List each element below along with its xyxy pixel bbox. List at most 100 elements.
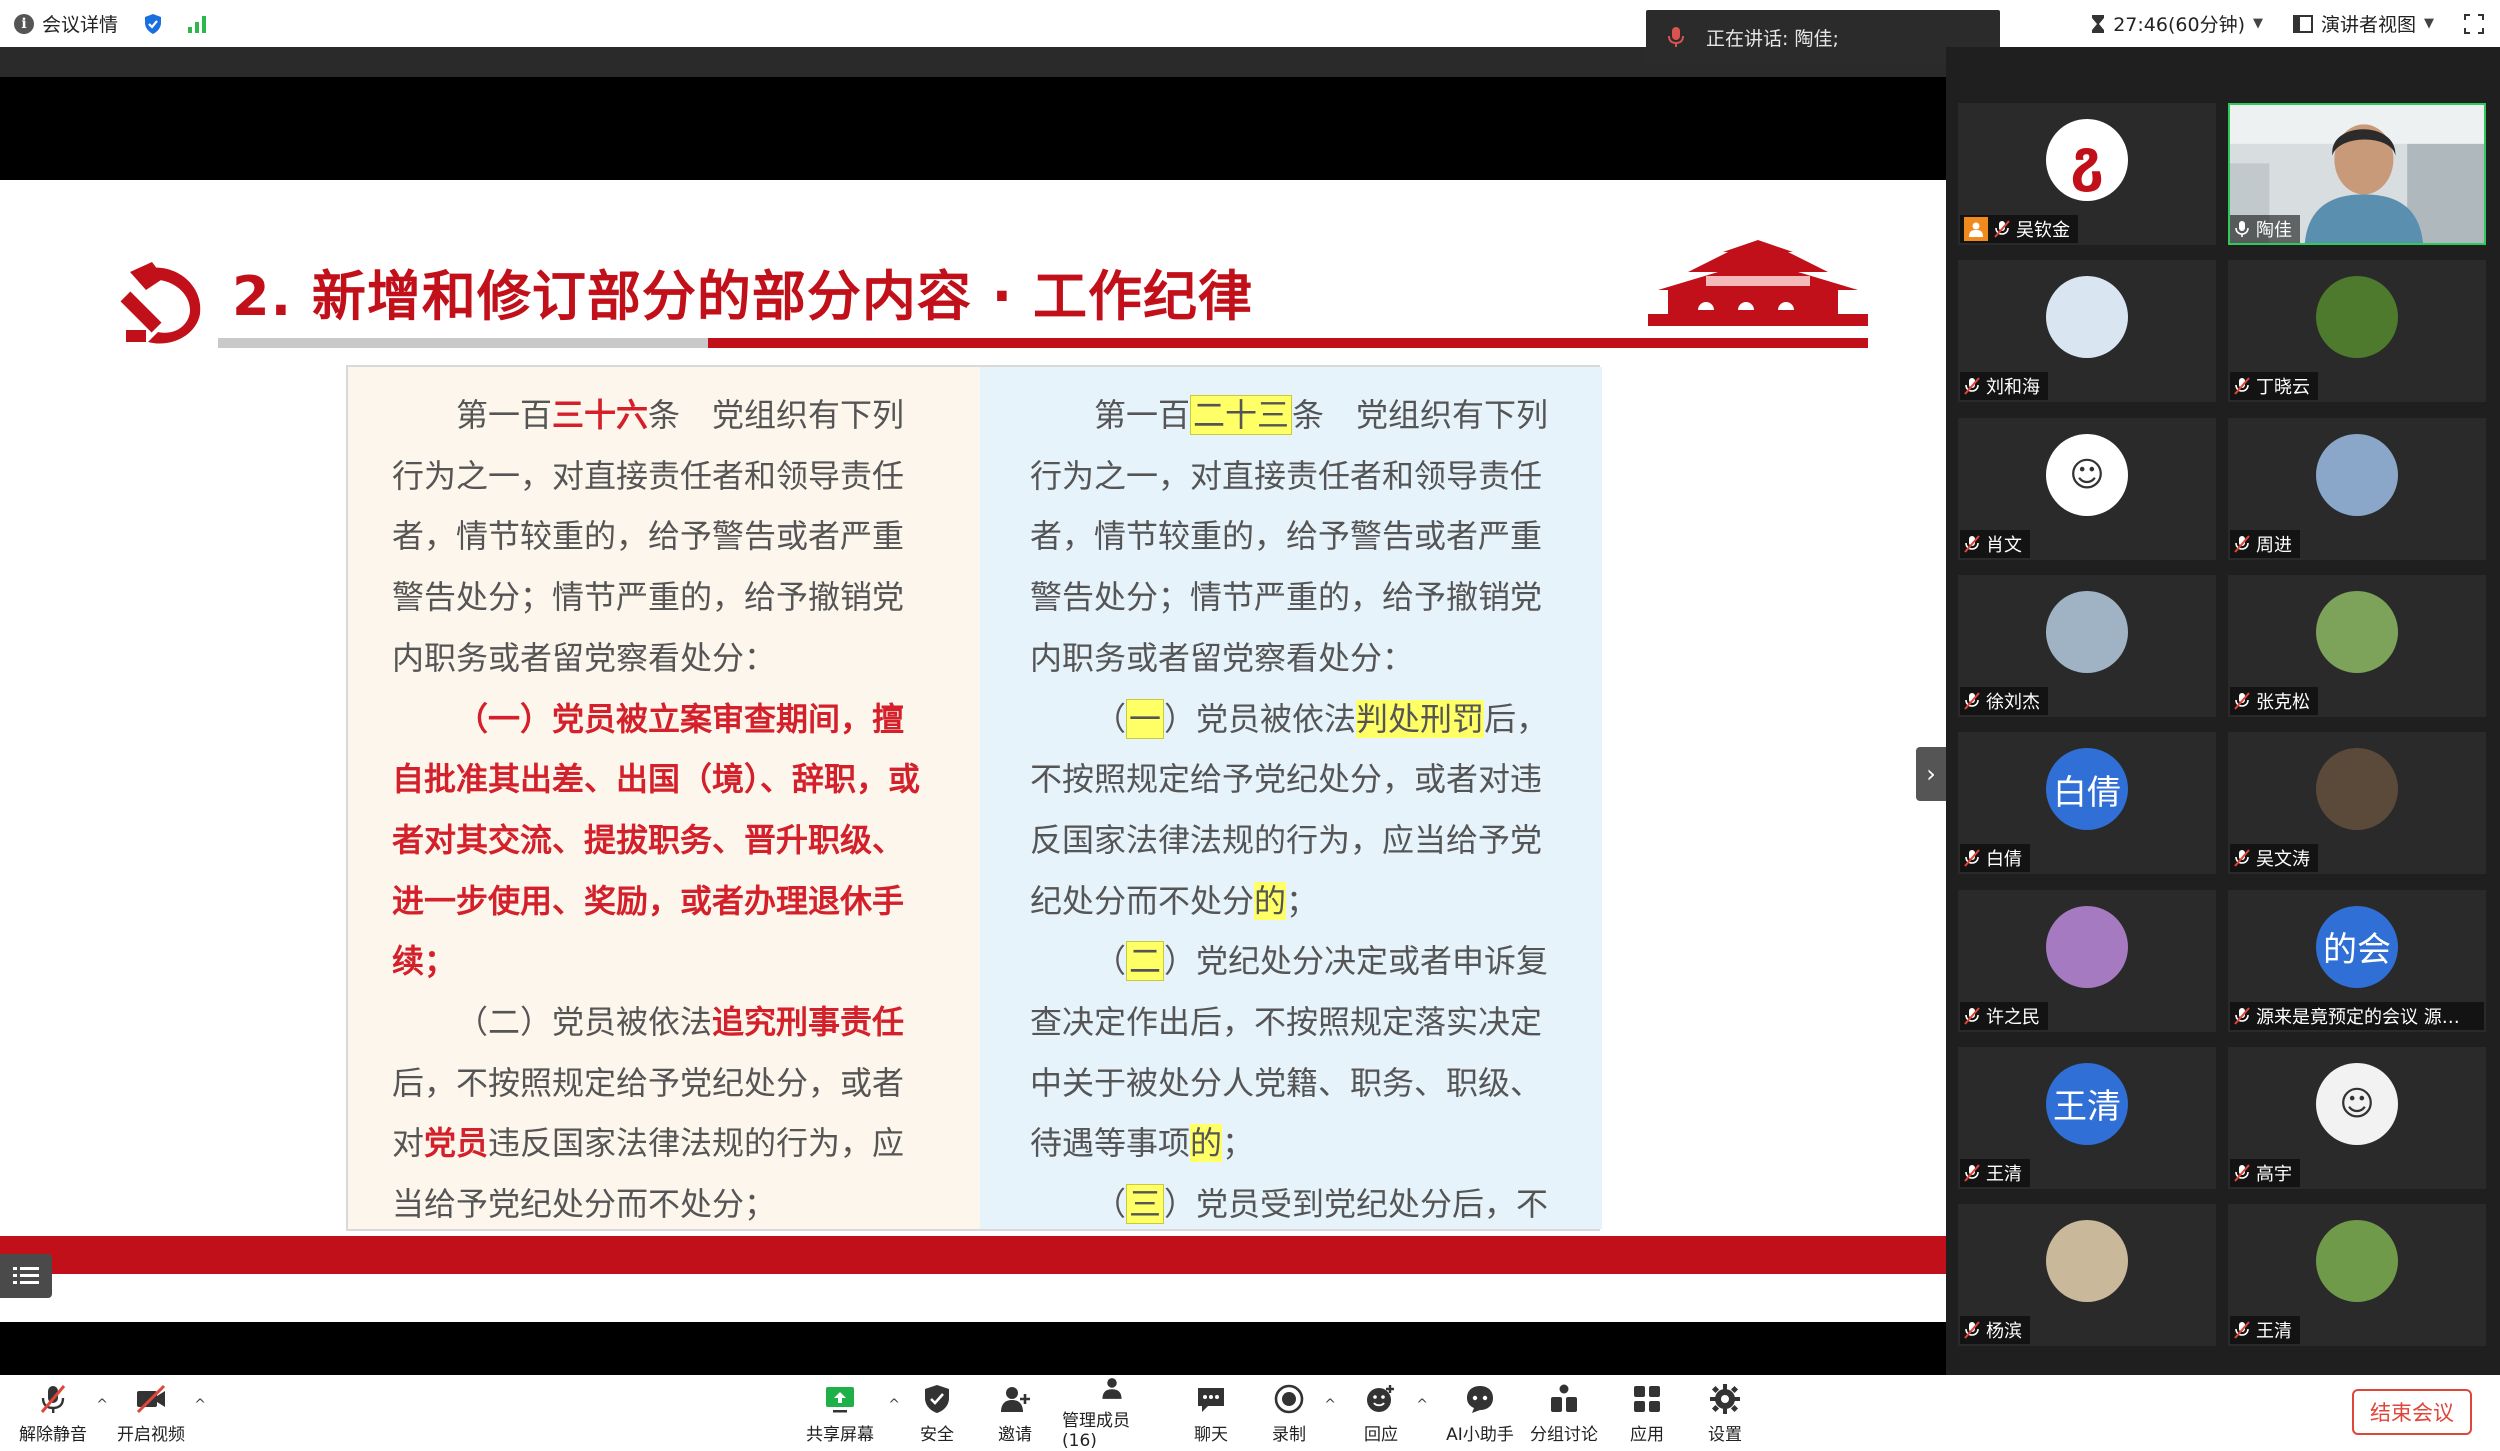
participant-name-bar: 张克松	[2230, 686, 2318, 715]
microphone-muted-icon	[1964, 692, 1980, 710]
chevron-up-icon[interactable]: ^	[1324, 1397, 1336, 1413]
microphone-muted-icon	[1964, 534, 1980, 553]
new-paragraph-1: 第一百二十三条 党组织有下列行为之一，对直接责任者和领导责任者，情节较重的，给予…	[1030, 395, 1549, 677]
invite-button[interactable]: 邀请	[988, 1375, 1042, 1451]
microphone-muted-icon	[2234, 849, 2250, 867]
participant-name-bar: 源来是竟预定的会议 源来...	[2230, 1001, 2484, 1030]
participant-name: 王清	[2256, 1321, 2292, 1343]
old-paragraph-2: （一）党员被立案审查期间，擅自批准其出差、出国（境）、辞职，或者对其交流、提拔职…	[392, 699, 921, 981]
collapse-gallery-button[interactable]: ›	[1916, 747, 1946, 801]
avatar	[2316, 748, 2398, 831]
microphone-muted-icon	[1964, 1006, 1980, 1025]
ai-assistant-button[interactable]: AI小助手	[1440, 1375, 1520, 1451]
slide-title: 2. 新增和修订部分的部分内容 · 工作纪律	[232, 265, 1253, 328]
apps-grid-icon	[1634, 1385, 1660, 1412]
end-meeting-button[interactable]: 结束会议	[2352, 1389, 2472, 1435]
microphone-muted-icon	[1964, 849, 1980, 867]
share-screen-icon	[826, 1386, 854, 1412]
chevron-up-icon[interactable]: ^	[1416, 1397, 1428, 1413]
security-button[interactable]: 安全	[910, 1375, 964, 1451]
participant-name: 张克松	[2256, 691, 2310, 713]
avatar: ჷ	[2046, 119, 2128, 201]
participant-tile[interactable]: 白倩 白倩	[1958, 732, 2216, 875]
participant-tile[interactable]: 吴文涛	[2228, 732, 2486, 875]
settings-button[interactable]: 设置	[1698, 1375, 1752, 1451]
top-bar: i 会议详情 27:46(60分钟) ▼ 演讲者视图 ▼	[0, 0, 2500, 47]
avatar	[2046, 276, 2128, 359]
fullscreen-icon[interactable]	[2464, 13, 2484, 34]
microphone-muted-icon	[2234, 1321, 2250, 1339]
record-icon	[1274, 1384, 1304, 1413]
participant-name-bar: 许之民	[1960, 1001, 2048, 1030]
avatar: 的会	[2316, 905, 2398, 988]
participant-tile[interactable]: 张克松	[2228, 574, 2486, 717]
participant-tile[interactable]: 周进	[2228, 417, 2486, 560]
participant-name: 吴文涛	[2256, 849, 2310, 871]
unmute-button[interactable]: 解除静音 ^	[18, 1375, 108, 1451]
chevron-down-icon: ▼	[2424, 16, 2434, 31]
avatar	[2316, 590, 2398, 673]
apps-button[interactable]: 应用	[1620, 1375, 1674, 1451]
participant-tile[interactable]: 丁晓云	[2228, 260, 2486, 403]
chevron-up-icon[interactable]: ^	[194, 1397, 206, 1413]
ai-assistant-icon	[1467, 1385, 1493, 1413]
shield-check-icon	[925, 1384, 949, 1413]
reactions-button[interactable]: 回应 ^	[1354, 1375, 1428, 1451]
breakout-rooms-button[interactable]: 分组讨论	[1526, 1375, 1602, 1451]
participant-tile[interactable]: ☺ 高宇	[2228, 1046, 2486, 1189]
avatar: 王清	[2046, 1062, 2128, 1145]
participant-tile[interactable]: 王清	[2228, 1204, 2486, 1347]
title-underline-grey	[218, 338, 708, 348]
participant-tile[interactable]: 杨滨	[1958, 1204, 2216, 1347]
record-button[interactable]: 录制 ^	[1262, 1375, 1336, 1451]
participant-name: 陶佳	[2256, 220, 2292, 241]
shield-icon[interactable]	[142, 12, 164, 36]
meeting-timer[interactable]: 27:46(60分钟) ▼	[2091, 10, 2263, 37]
participant-name: 吴钦金	[2016, 220, 2070, 241]
participant-name-bar: 王清	[2230, 1316, 2300, 1345]
participant-name-bar: 杨滨	[1960, 1316, 2030, 1345]
participant-tile[interactable]: 许之民	[1958, 889, 2216, 1032]
participant-tile[interactable]: ჷ 吴钦金	[1958, 103, 2216, 245]
share-list-button[interactable]	[0, 1254, 52, 1298]
network-signal-icon[interactable]	[188, 15, 207, 33]
participant-name: 许之民	[1986, 1006, 2040, 1028]
microphone-muted-icon	[1964, 1164, 1980, 1182]
participant-name: 肖文	[1986, 534, 2022, 556]
participant-tile[interactable]: ☺ 肖文	[1958, 417, 2216, 560]
microphone-muted-icon	[40, 1384, 66, 1413]
view-mode-dropdown[interactable]: 演讲者视图 ▼	[2292, 10, 2434, 37]
new-paragraph-2: （一）党员被依法判处刑罚后，不按照规定给予党纪处分，或者对违反国家法律法规的行为…	[1030, 698, 1549, 920]
microphone-muted-icon	[2234, 534, 2250, 553]
participant-tile[interactable]: 徐刘杰	[1958, 574, 2216, 717]
participant-name-bar: 丁晓云	[2230, 372, 2318, 401]
participant-name: 王清	[1986, 1163, 2022, 1185]
participant-tile[interactable]: 王清 王清	[1958, 1046, 2216, 1189]
host-icon	[1964, 217, 1988, 241]
share-screen-button[interactable]: 共享屏幕 ^	[800, 1375, 900, 1451]
meeting-info-button[interactable]: i 会议详情	[14, 10, 118, 37]
participant-name: 丁晓云	[2256, 377, 2310, 399]
new-article-text: 第一百二十三条 党组织有下列行为之一，对直接责任者和领导责任者，情节较重的，给予…	[1030, 385, 1572, 1235]
new-paragraph-3: （二）党纪处分决定或者申诉复查决定作出后，不按照规定落实决定中关于被处分人党籍、…	[1030, 941, 1549, 1163]
chevron-up-icon[interactable]: ^	[888, 1397, 900, 1413]
participant-tile[interactable]: 的会源来是竟预定的会议 源来...	[2228, 889, 2486, 1032]
participant-name-bar: 白倩	[1960, 844, 2030, 873]
chat-button[interactable]: 聊天	[1184, 1375, 1238, 1451]
participant-tile[interactable]: 陶佳	[2228, 103, 2486, 245]
old-paragraph-1: 第一百三十六条 党组织有下列行为之一，对直接责任者和领导责任者，情节较重的，给予…	[392, 396, 905, 677]
chevron-up-icon[interactable]: ^	[96, 1397, 108, 1413]
old-article-text: 第一百三十六条 党组织有下列行为之一，对直接责任者和领导责任者，情节较重的，给予…	[392, 385, 934, 1235]
participant-tile[interactable]: 刘和海	[1958, 260, 2216, 403]
microphone-muted-icon	[2234, 1006, 2250, 1025]
invite-user-icon	[1001, 1386, 1030, 1412]
party-emblem-icon	[120, 262, 201, 344]
participant-name-bar: 王清	[1960, 1158, 2030, 1187]
manage-members-button[interactable]: 管理成员(16)	[1062, 1375, 1162, 1451]
avatar	[2046, 590, 2128, 673]
avatar	[2046, 905, 2128, 988]
avatar	[2316, 433, 2398, 516]
start-video-button[interactable]: 开启视频 ^	[116, 1375, 206, 1451]
participant-name: 源来是竟预定的会议 源来...	[2256, 1006, 2476, 1028]
microphone-muted-icon	[1964, 1321, 1980, 1339]
